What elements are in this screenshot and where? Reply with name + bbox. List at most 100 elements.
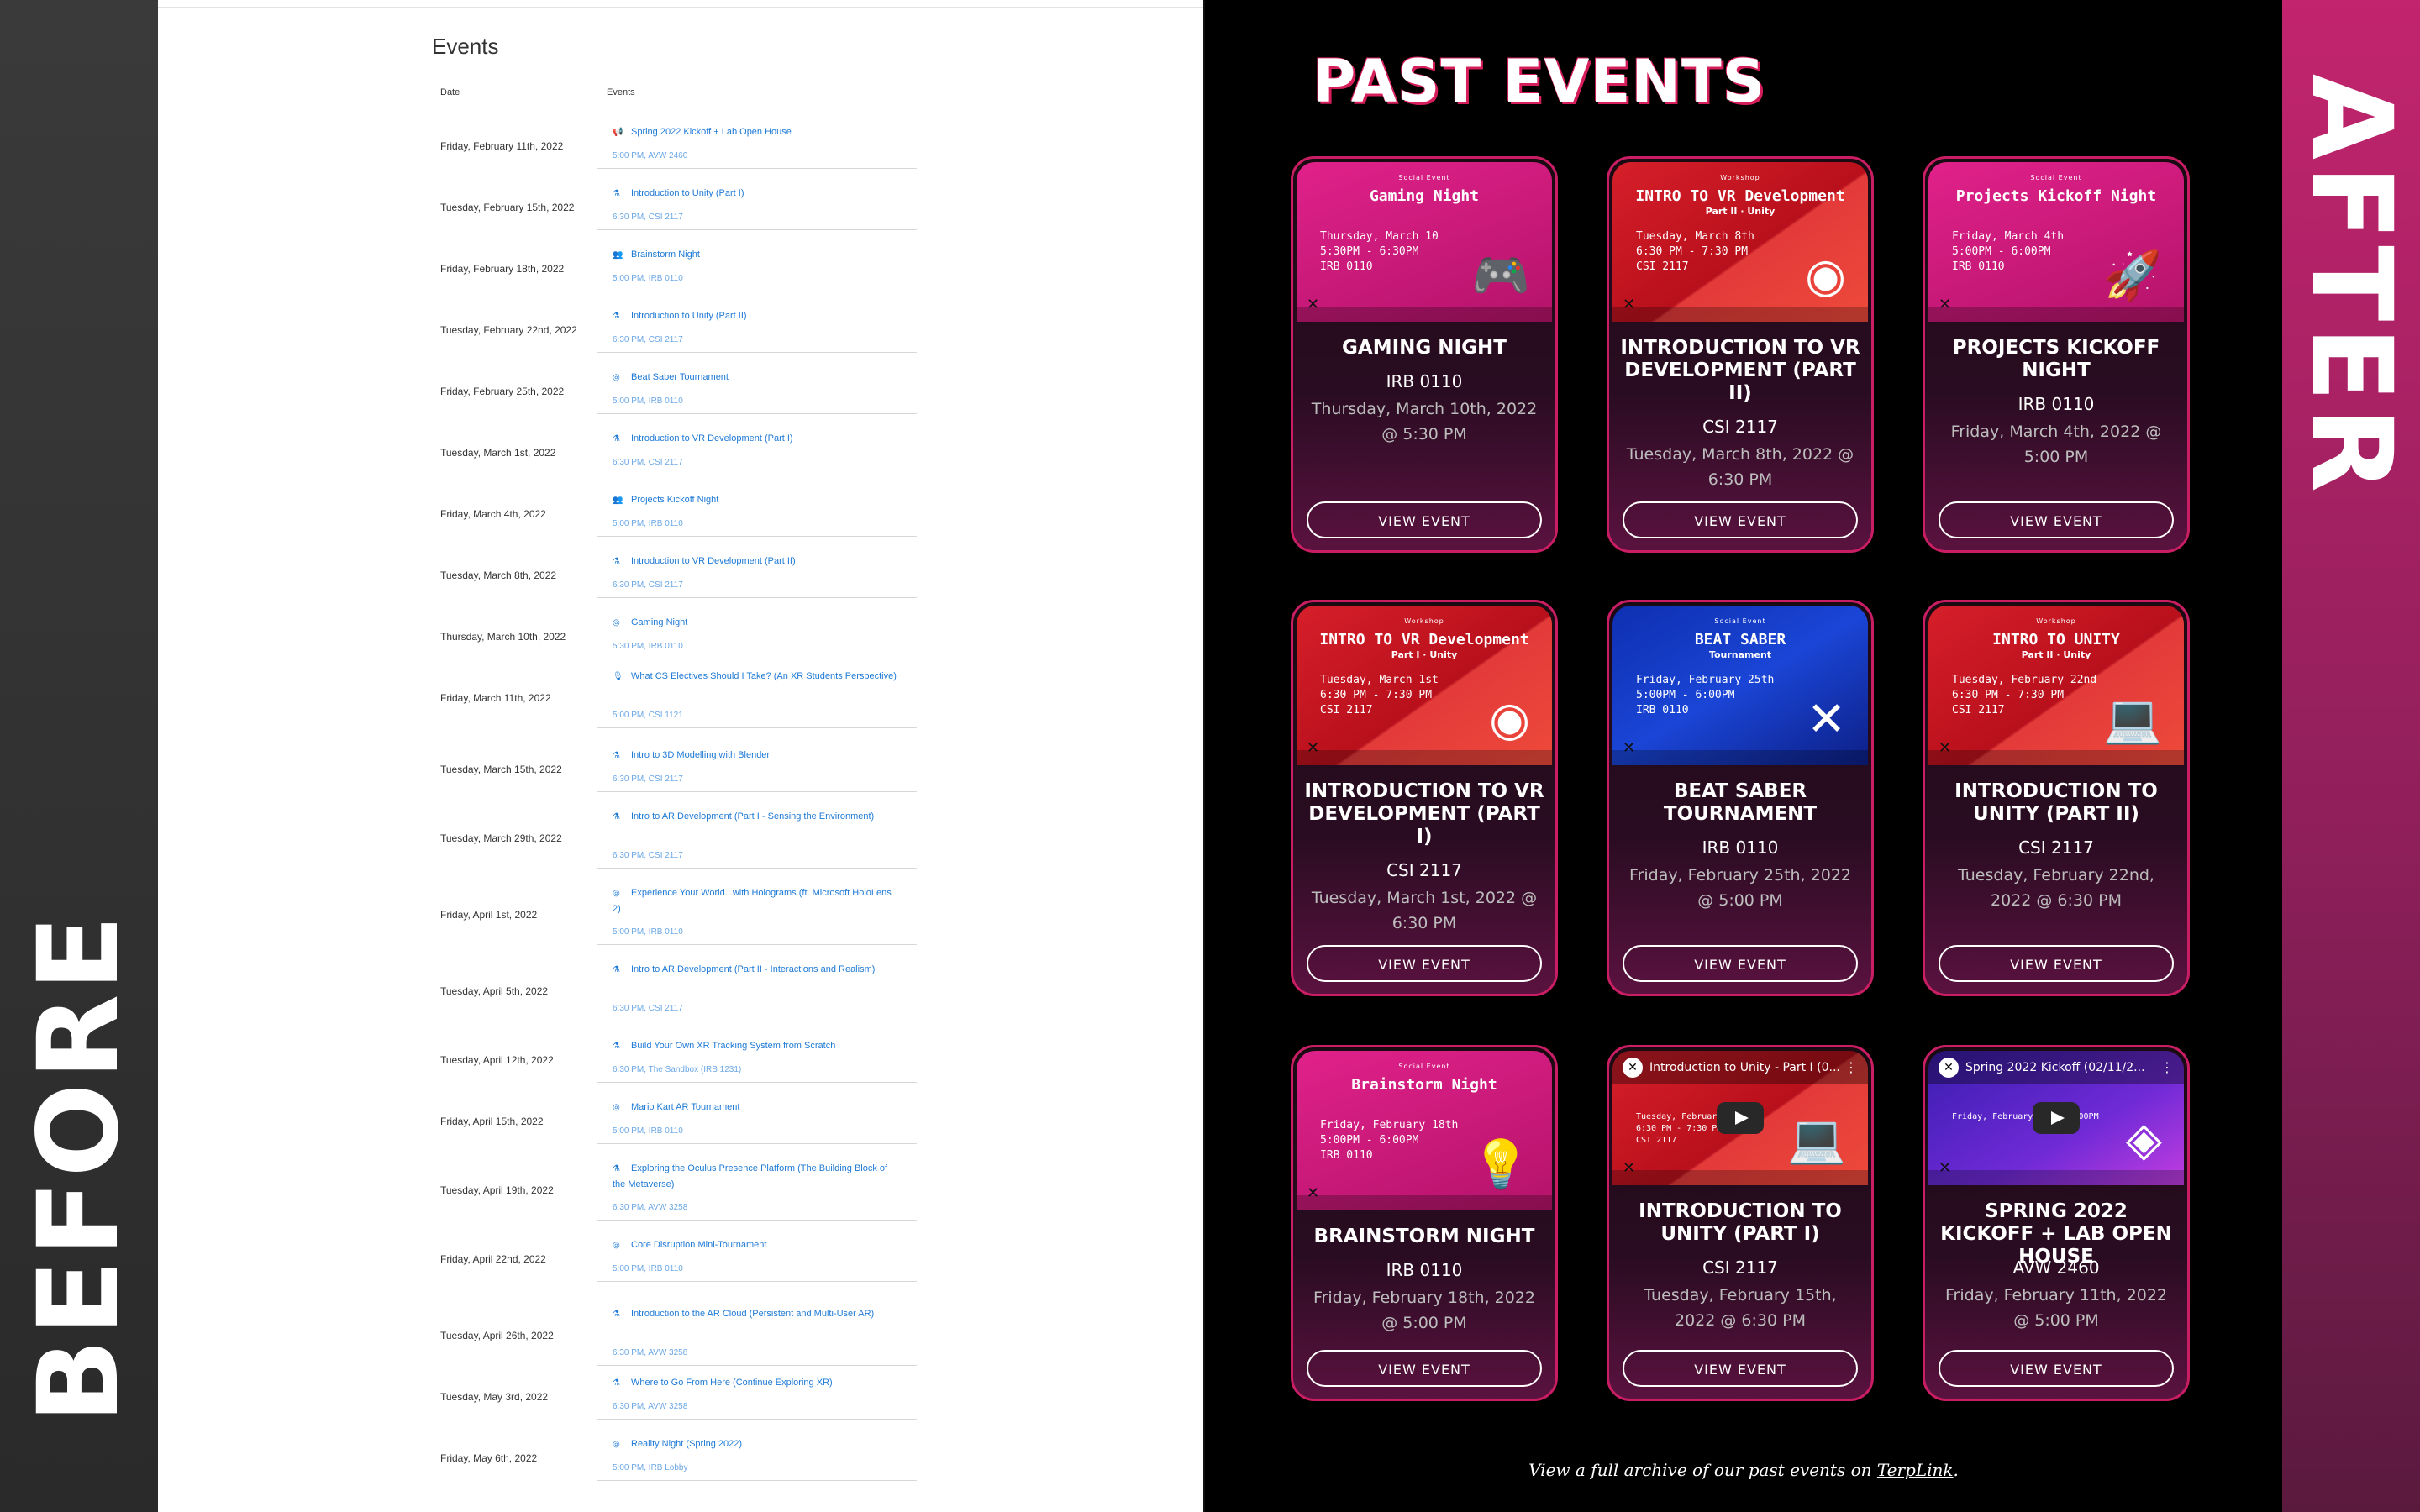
event-link[interactable]: ◎ Core Disruption Mini-Tournament	[613, 1237, 898, 1253]
event-item[interactable]: ⚗ Intro to 3D Modelling with Blender 6:30 …	[597, 746, 917, 792]
event-name: Gaming Night	[631, 617, 688, 627]
thumbnail-title: INTRO TO UNITY	[1992, 631, 2120, 648]
gamepad-icon: 🎮	[1471, 249, 1530, 303]
event-location: IRB 0110	[1386, 371, 1463, 391]
thumbnail-strip	[1612, 750, 1868, 765]
event-link[interactable]: 🎙 What CS Electives Should I Take? (An XR…	[613, 669, 898, 685]
play-button-icon[interactable]	[2033, 1102, 2080, 1134]
event-link[interactable]: ⚗ Introduction to Unity (Part II)	[613, 308, 898, 324]
event-name: Brainstorm Night	[631, 249, 700, 260]
video-title: Introduction to Unity - Part I (0...	[1649, 1061, 1840, 1074]
event-card: Tuesday, February 15 6:30 PM - 7:30 PM C…	[1607, 1045, 1874, 1401]
channel-avatar-icon: ✕	[1939, 1058, 1959, 1078]
event-item[interactable]: ◎ Experience Your World...with Holograms …	[597, 884, 917, 945]
event-item[interactable]: ⚗ Introduction to VR Development (Part II…	[597, 552, 917, 598]
event-time-location: 5:30 PM, IRB 0110	[613, 642, 683, 651]
play-button-icon[interactable]	[1717, 1102, 1764, 1134]
event-date: Tuesday, March 29th, 2022	[440, 832, 562, 844]
after-label: AFTER	[2286, 73, 2416, 498]
event-title: BEAT SABER TOURNAMENT	[1663, 780, 1818, 825]
event-row: Tuesday, March 8th, 2022 ⚗ Introduction to…	[432, 552, 1082, 598]
event-row: Friday, February 25th, 2022 ◎ Beat Saber T…	[432, 368, 1082, 414]
laptop-icon: 💻	[1787, 1112, 1846, 1167]
channel-avatar-icon: ✕	[1623, 1058, 1643, 1078]
event-link[interactable]: ⚗ Introduction to Unity (Part I)	[613, 186, 898, 202]
event-item[interactable]: ⚗ Introduction to VR Development (Part I)…	[597, 429, 917, 475]
event-item[interactable]: 👥 Brainstorm Night 5:00 PM, IRB 0110	[597, 245, 917, 291]
event-location: IRB 0110	[1702, 837, 1779, 858]
event-item[interactable]: ⚗ Exploring the Oculus Presence Platform …	[597, 1159, 917, 1221]
thumbnail-strip	[1612, 307, 1868, 322]
view-event-button[interactable]: VIEW EVENT	[1939, 1350, 2174, 1387]
event-row: Tuesday, March 29th, 2022 ⚗ Intro to AR De…	[432, 807, 1082, 869]
event-item[interactable]: 🎙 What CS Electives Should I Take? (An XR…	[597, 667, 917, 728]
event-link[interactable]: 📢 Spring 2022 Kickoff + Lab Open House	[613, 124, 898, 140]
event-link[interactable]: ⚗ Introduction to VR Development (Part II…	[613, 554, 898, 570]
event-location: IRB 0110	[2018, 394, 2095, 414]
event-date: Friday, February 18th, 2022 @ 5:00 PM	[1313, 1289, 1535, 1332]
event-item[interactable]: ◎ Beat Saber Tournament 5:00 PM, IRB 0110	[597, 368, 917, 414]
event-name: Build Your Own XR Tracking System from S…	[631, 1041, 836, 1051]
event-item[interactable]: ◎ Core Disruption Mini-Tournament 5:00 PM,…	[597, 1236, 917, 1282]
view-event-button[interactable]: VIEW EVENT	[1307, 501, 1542, 538]
event-link[interactable]: ⚗ Intro to AR Development (Part II - Inte…	[613, 962, 898, 978]
thumbnail-info: Tuesday, March 1st 6:30 PM - 7:30 PM CSI…	[1320, 674, 1439, 717]
event-date: Friday, February 11th, 2022	[440, 140, 564, 152]
thumbnail-info: Thursday, March 10 5:30PM - 6:30PM IRB 0…	[1320, 230, 1439, 273]
event-time-location: 6:30 PM, AVW 3258	[613, 1402, 688, 1411]
event-name: Where to Go From Here (Continue Explorin…	[631, 1378, 833, 1388]
event-link[interactable]: ◎ Experience Your World...with Holograms …	[613, 885, 898, 916]
view-event-button[interactable]: VIEW EVENT	[1623, 501, 1858, 538]
event-link[interactable]: 👥 Brainstorm Night	[613, 247, 898, 263]
more-options-icon[interactable]: ⋮	[1844, 1059, 1858, 1075]
event-item[interactable]: ◎ Reality Night (Spring 2022) 5:00 PM, IRB…	[597, 1435, 917, 1481]
event-item[interactable]: ◎ Gaming Night 5:30 PM, IRB 0110	[597, 613, 917, 659]
event-link[interactable]: ⚗ Intro to AR Development (Part I - Sensi…	[613, 809, 898, 825]
event-row: Friday, May 6th, 2022 ◎ Reality Night (Spr…	[432, 1435, 1082, 1481]
vr-headset-icon: ◉	[1805, 249, 1846, 303]
event-link[interactable]: ⚗ Build Your Own XR Tracking System from …	[613, 1038, 898, 1054]
video-title: Spring 2022 Kickoff (02/11/2...	[1965, 1061, 2145, 1074]
event-item[interactable]: ⚗ Where to Go From Here (Continue Explori…	[597, 1373, 917, 1420]
event-date: Tuesday, April 26th, 2022	[440, 1330, 554, 1341]
event-link[interactable]: ⚗ Introduction to VR Development (Part I)	[613, 431, 898, 447]
view-event-button[interactable]: VIEW EVENT	[1307, 945, 1542, 982]
view-event-button[interactable]: VIEW EVENT	[1939, 501, 2174, 538]
event-item[interactable]: ⚗ Build Your Own XR Tracking System from …	[597, 1037, 917, 1083]
event-time-location: 6:30 PM, CSI 2117	[613, 1004, 683, 1013]
view-event-button[interactable]: VIEW EVENT	[1623, 1350, 1858, 1387]
event-link[interactable]: ⚗ Introduction to the AR Cloud (Persisten…	[613, 1306, 898, 1322]
event-thumbnail[interactable]: Friday, February 11 at 5:00PM ◈ ✕ ✕ Spring 2…	[1928, 1051, 2184, 1185]
event-link[interactable]: ◎ Mario Kart AR Tournament	[613, 1100, 898, 1116]
more-options-icon[interactable]: ⋮	[2160, 1059, 2174, 1075]
event-item[interactable]: ⚗ Intro to AR Development (Part II - Inte…	[597, 960, 917, 1021]
event-row: Friday, February 18th, 2022 👥 Brainstorm N…	[432, 245, 1082, 291]
event-time-location: 6:30 PM, AVW 3258	[613, 1203, 688, 1212]
event-name: Introduction to VR Development (Part II)	[631, 556, 796, 566]
view-event-button[interactable]: VIEW EVENT	[1623, 945, 1858, 982]
event-item[interactable]: ⚗ Introduction to the AR Cloud (Persisten…	[597, 1305, 917, 1366]
event-time-location: 5:00 PM, IRB 0110	[613, 1126, 683, 1136]
event-link[interactable]: ⚗ Exploring the Oculus Presence Platform …	[613, 1161, 898, 1192]
event-item[interactable]: ◎ Mario Kart AR Tournament 5:00 PM, IRB 01…	[597, 1098, 917, 1144]
event-title: INTRODUCTION TO UNITY (PART I)	[1639, 1200, 1842, 1245]
event-item[interactable]: 👥 Projects Kickoff Night 5:00 PM, IRB 0110	[597, 491, 917, 537]
event-thumbnail[interactable]: Tuesday, February 15 6:30 PM - 7:30 PM C…	[1612, 1051, 1868, 1185]
event-link[interactable]: ⚗ Intro to 3D Modelling with Blender	[613, 748, 898, 764]
event-link[interactable]: 👥 Projects Kickoff Night	[613, 492, 898, 508]
event-link[interactable]: ◎ Beat Saber Tournament	[613, 370, 898, 386]
event-link[interactable]: ⚗ Where to Go From Here (Continue Explori…	[613, 1375, 898, 1391]
event-time-location: 5:00 PM, IRB 0110	[613, 274, 683, 283]
flask-icon: ⚗	[613, 557, 620, 566]
event-item[interactable]: 📢 Spring 2022 Kickoff + Lab Open House 5:0…	[597, 123, 917, 169]
thumbnail-title: Brainstorm Night	[1351, 1076, 1497, 1094]
event-item[interactable]: ⚗ Introduction to Unity (Part I) 6:30 PM, …	[597, 184, 917, 230]
event-item[interactable]: ⚗ Intro to AR Development (Part I - Sensi…	[597, 807, 917, 869]
view-event-button[interactable]: VIEW EVENT	[1939, 945, 2174, 982]
terplink-link[interactable]: TerpLink	[1877, 1460, 1954, 1480]
view-event-button[interactable]: VIEW EVENT	[1307, 1350, 1542, 1387]
event-location: CSI 2117	[2018, 837, 2094, 858]
event-link[interactable]: ◎ Gaming Night	[613, 615, 898, 631]
event-item[interactable]: ⚗ Introduction to Unity (Part II) 6:30 PM,…	[597, 307, 917, 353]
event-link[interactable]: ◎ Reality Night (Spring 2022)	[613, 1436, 898, 1452]
